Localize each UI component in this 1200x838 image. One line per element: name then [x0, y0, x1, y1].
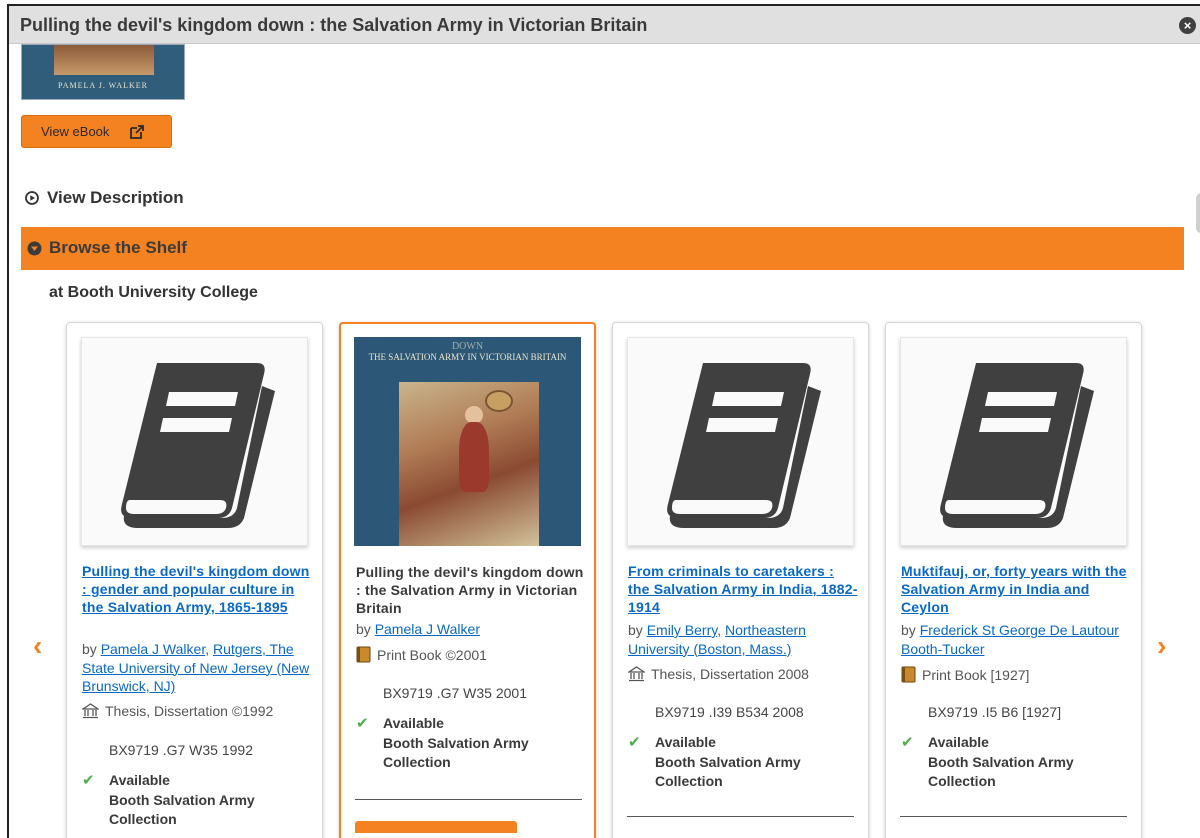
- scrollbar-thumb[interactable]: [1196, 193, 1200, 233]
- shelf-item-card[interactable]: Muktifauj, or, forty years with the Salv…: [885, 322, 1142, 838]
- item-collection: Booth Salvation Army Collection: [383, 734, 529, 771]
- view-ebook-label: View eBook: [41, 124, 110, 139]
- author-link[interactable]: Pamela J Walker: [375, 621, 480, 637]
- item-call-number: BX9719 .I39 B534 2008: [655, 704, 804, 720]
- item-collection: Booth Salvation Army Collection: [655, 753, 801, 790]
- play-circle-icon: [25, 191, 39, 205]
- item-thumbnail: DOWN THE SALVATION ARMY IN VICTORIAN BRIT…: [354, 337, 581, 546]
- shelf-location: at Booth University College: [49, 284, 258, 301]
- item-title: Pulling the devil's kingdom down : the S…: [356, 564, 584, 616]
- item-authors: by Pamela J Walker, Rutgers, The State U…: [82, 641, 310, 694]
- check-icon: ✔: [82, 772, 95, 789]
- thesis-icon: [82, 703, 99, 719]
- view-description-label: View Description: [47, 188, 184, 207]
- chevron-left-icon[interactable]: ‹: [33, 632, 42, 660]
- browse-shelf-label: Browse the Shelf: [49, 238, 187, 257]
- view-description-toggle[interactable]: View Description: [25, 188, 184, 210]
- item-format-label: Print Book ©2001: [377, 647, 487, 663]
- item-authors: by Frederick St George De Lautour Booth-…: [901, 621, 1131, 658]
- item-format-label: Thesis, Dissertation 2008: [651, 666, 809, 682]
- item-collection: Booth Salvation Army Collection: [928, 753, 1074, 790]
- item-format: Print Book [1927]: [901, 666, 1029, 683]
- card-divider: [900, 816, 1127, 817]
- by-prefix: by: [82, 641, 97, 657]
- cover-text: THE SALVATION ARMY IN VICTORIAN BRITAIN: [368, 352, 567, 362]
- availability-status: Available: [383, 715, 444, 731]
- by-prefix: by: [356, 621, 371, 637]
- browse-shelf-header[interactable]: Browse the Shelf: [21, 227, 1184, 270]
- author-link[interactable]: Pamela J Walker: [101, 641, 206, 657]
- shelf-item-card-current[interactable]: DOWN THE SALVATION ARMY IN VICTORIAN BRIT…: [339, 322, 596, 838]
- by-prefix: by: [901, 622, 916, 638]
- item-collection: Booth Salvation Army Collection: [109, 791, 255, 828]
- record-cover-image: PAMELA J. WALKER: [21, 44, 185, 100]
- check-icon: ✔: [356, 715, 369, 732]
- item-authors: by Emily Berry, Northeastern University …: [628, 622, 806, 657]
- card-divider: [627, 816, 854, 817]
- chevron-right-icon[interactable]: ›: [1157, 632, 1166, 660]
- item-thumbnail: [81, 337, 308, 546]
- record-modal: Pulling the devil's kingdom down : the S…: [7, 4, 1200, 838]
- print-book-icon: [356, 646, 371, 663]
- modal-titlebar: Pulling the devil's kingdom down : the S…: [9, 6, 1200, 44]
- item-title-link[interactable]: From criminals to caretakers : the Salva…: [628, 562, 858, 616]
- author-link[interactable]: Emily Berry: [647, 622, 718, 638]
- availability-status: Available: [928, 734, 989, 750]
- item-call-number: BX9719 .I5 B6 [1927]: [928, 704, 1062, 720]
- close-icon[interactable]: ×: [1179, 17, 1196, 34]
- view-ebook-button[interactable]: View eBook: [21, 115, 172, 148]
- shelf-item-card[interactable]: Pulling the devil's kingdom down : gende…: [66, 322, 323, 838]
- item-format-label: Thesis, Dissertation ©1992: [105, 703, 274, 719]
- cover-author-text: PAMELA J. WALKER: [57, 81, 148, 90]
- item-title-link[interactable]: Pulling the devil's kingdom down : gende…: [82, 562, 312, 616]
- external-link-icon: [130, 125, 144, 139]
- item-thumbnail: [900, 337, 1127, 546]
- print-book-icon: [901, 666, 916, 683]
- caret-down-circle-icon: [27, 241, 42, 256]
- availability-status: Available: [109, 772, 170, 788]
- book-icon: [667, 363, 821, 528]
- item-format: Thesis, Dissertation ©1992: [82, 703, 273, 719]
- card-action-button[interactable]: [355, 821, 517, 833]
- card-divider: [355, 799, 582, 800]
- book-icon: [940, 363, 1094, 528]
- author-link[interactable]: Frederick St George De Lautour Booth-Tuc…: [901, 622, 1119, 657]
- item-call-number: BX9719 .G7 W35 2001: [383, 685, 527, 701]
- item-format: Thesis, Dissertation 2008: [628, 666, 809, 682]
- cover-text-top: DOWN: [451, 341, 484, 352]
- modal-title: Pulling the devil's kingdom down : the S…: [20, 15, 648, 35]
- item-cover-image: DOWN THE SALVATION ARMY IN VICTORIAN BRIT…: [354, 337, 581, 546]
- item-thumbnail: [627, 337, 854, 546]
- check-icon: ✔: [628, 734, 641, 751]
- check-icon: ✔: [901, 734, 914, 751]
- item-title-link[interactable]: Muktifauj, or, forty years with the Salv…: [901, 562, 1131, 616]
- book-icon: [121, 363, 276, 528]
- shelf-item-card[interactable]: From criminals to caretakers : the Salva…: [612, 322, 869, 838]
- cover-art: [54, 45, 154, 75]
- item-authors: by Pamela J Walker: [356, 620, 586, 639]
- thesis-icon: [628, 666, 645, 682]
- item-format: Print Book ©2001: [356, 646, 487, 663]
- by-prefix: by: [628, 622, 643, 638]
- item-format-label: Print Book [1927]: [922, 667, 1030, 683]
- availability-status: Available: [655, 734, 716, 750]
- item-call-number: BX9719 .G7 W35 1992: [109, 742, 253, 758]
